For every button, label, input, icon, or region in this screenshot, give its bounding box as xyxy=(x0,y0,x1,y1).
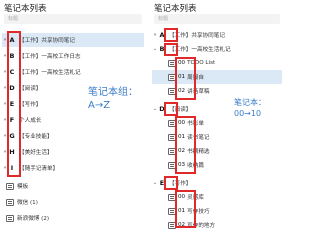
letter-a-highlight xyxy=(164,28,178,42)
notebook-icon xyxy=(6,198,14,206)
notebook-row[interactable]: 00 灵感库 xyxy=(152,190,282,204)
notebook-group-row-g[interactable]: » G 【专业技能】 xyxy=(2,129,144,143)
annotation-groups-title: 笔记本组： xyxy=(88,87,138,98)
notebook-label: 模板 xyxy=(17,184,29,190)
annotation-notebooks: 笔记本： 00→10 xyxy=(234,97,266,119)
annotation-groups: 笔记本组： A→Z xyxy=(88,86,138,112)
search-input[interactable]: 标题 xyxy=(154,14,280,24)
search-placeholder: 标题 xyxy=(8,16,19,22)
notebook-row-wechat[interactable]: 微信 (1) xyxy=(2,195,144,209)
notebook-group-row-c[interactable]: » C 【工作】一高校生活札记 xyxy=(2,65,144,79)
notebook-row[interactable]: 01 写作技巧 xyxy=(152,204,282,218)
notebook-list-panel-left: 笔记本列表 标题 » A 【工作】共享协同笔记 » B 【工作】一高校工作日志 … xyxy=(0,0,146,229)
group-label: 【工作】一高校生活札记 xyxy=(169,47,231,53)
notebook-row[interactable]: 00 TODO List xyxy=(152,56,282,70)
group-label: 【阅读】 xyxy=(19,86,42,92)
numbers-e-highlight xyxy=(175,190,196,228)
letter-b-highlight xyxy=(164,43,178,56)
group-label: 【随手记清单】 xyxy=(19,166,59,172)
notebook-group-row-a[interactable]: » A 【工作】共享协同笔记 xyxy=(2,33,144,47)
notebook-row[interactable]: 01 读书笔记 xyxy=(152,130,282,144)
search-input[interactable]: 标题 xyxy=(4,14,142,24)
group-label: 【工作】一高校工作日志 xyxy=(19,54,81,60)
notebook-group-row-b[interactable]: » B 【工作】一高校工作日志 xyxy=(2,49,144,63)
notebook-row[interactable]: 03 收纳篇 xyxy=(152,158,282,172)
notebook-row[interactable]: 01 周报自 xyxy=(152,70,282,84)
annotation-notebooks-order: 00→10 xyxy=(234,109,262,118)
notebook-row[interactable]: 02 写作的地方 xyxy=(152,218,282,232)
annotation-groups-order: A→Z xyxy=(88,100,111,111)
notebook-group-row-f[interactable]: » F 个人成长 xyxy=(2,113,144,127)
annotation-notebooks-title: 笔记本： xyxy=(234,98,266,107)
panel-title: 笔记本列表 xyxy=(154,4,197,14)
group-label: 【美好生活】 xyxy=(19,150,53,156)
panel-title: 笔记本列表 xyxy=(4,4,47,14)
numbers-d-highlight xyxy=(175,116,196,174)
group-label: 【工作】一高校生活札记 xyxy=(19,70,81,76)
numbers-b-highlight xyxy=(175,57,196,100)
notebook-row[interactable]: 02 讲话草稿 xyxy=(152,84,282,98)
group-label: 【工作】共享协同笔记 xyxy=(19,38,75,44)
group-label: 【专业技能】 xyxy=(19,134,53,140)
notebook-label: 新浪微博 (2) xyxy=(17,216,50,222)
letter-e-highlight xyxy=(164,176,178,190)
group-label: 【写作】 xyxy=(19,102,42,108)
notebook-row-weibo[interactable]: 新浪微博 (2) xyxy=(2,211,144,225)
notebook-label: 微信 (1) xyxy=(17,200,38,206)
notebook-group-row-i[interactable]: » I 【随手记清单】 xyxy=(2,161,144,175)
search-placeholder: 标题 xyxy=(158,16,169,22)
notebook-icon xyxy=(6,214,14,222)
notebook-row-templates[interactable]: 模板 xyxy=(2,179,144,193)
letter-column-highlight xyxy=(7,31,21,177)
group-label: 个人成长 xyxy=(19,118,42,124)
notebook-group-row-h[interactable]: » H 【美好生活】 xyxy=(2,145,144,159)
letter-d-highlight xyxy=(164,102,178,116)
notebook-row[interactable]: 02 书摘精选 xyxy=(152,144,282,158)
notebook-icon xyxy=(6,182,14,190)
